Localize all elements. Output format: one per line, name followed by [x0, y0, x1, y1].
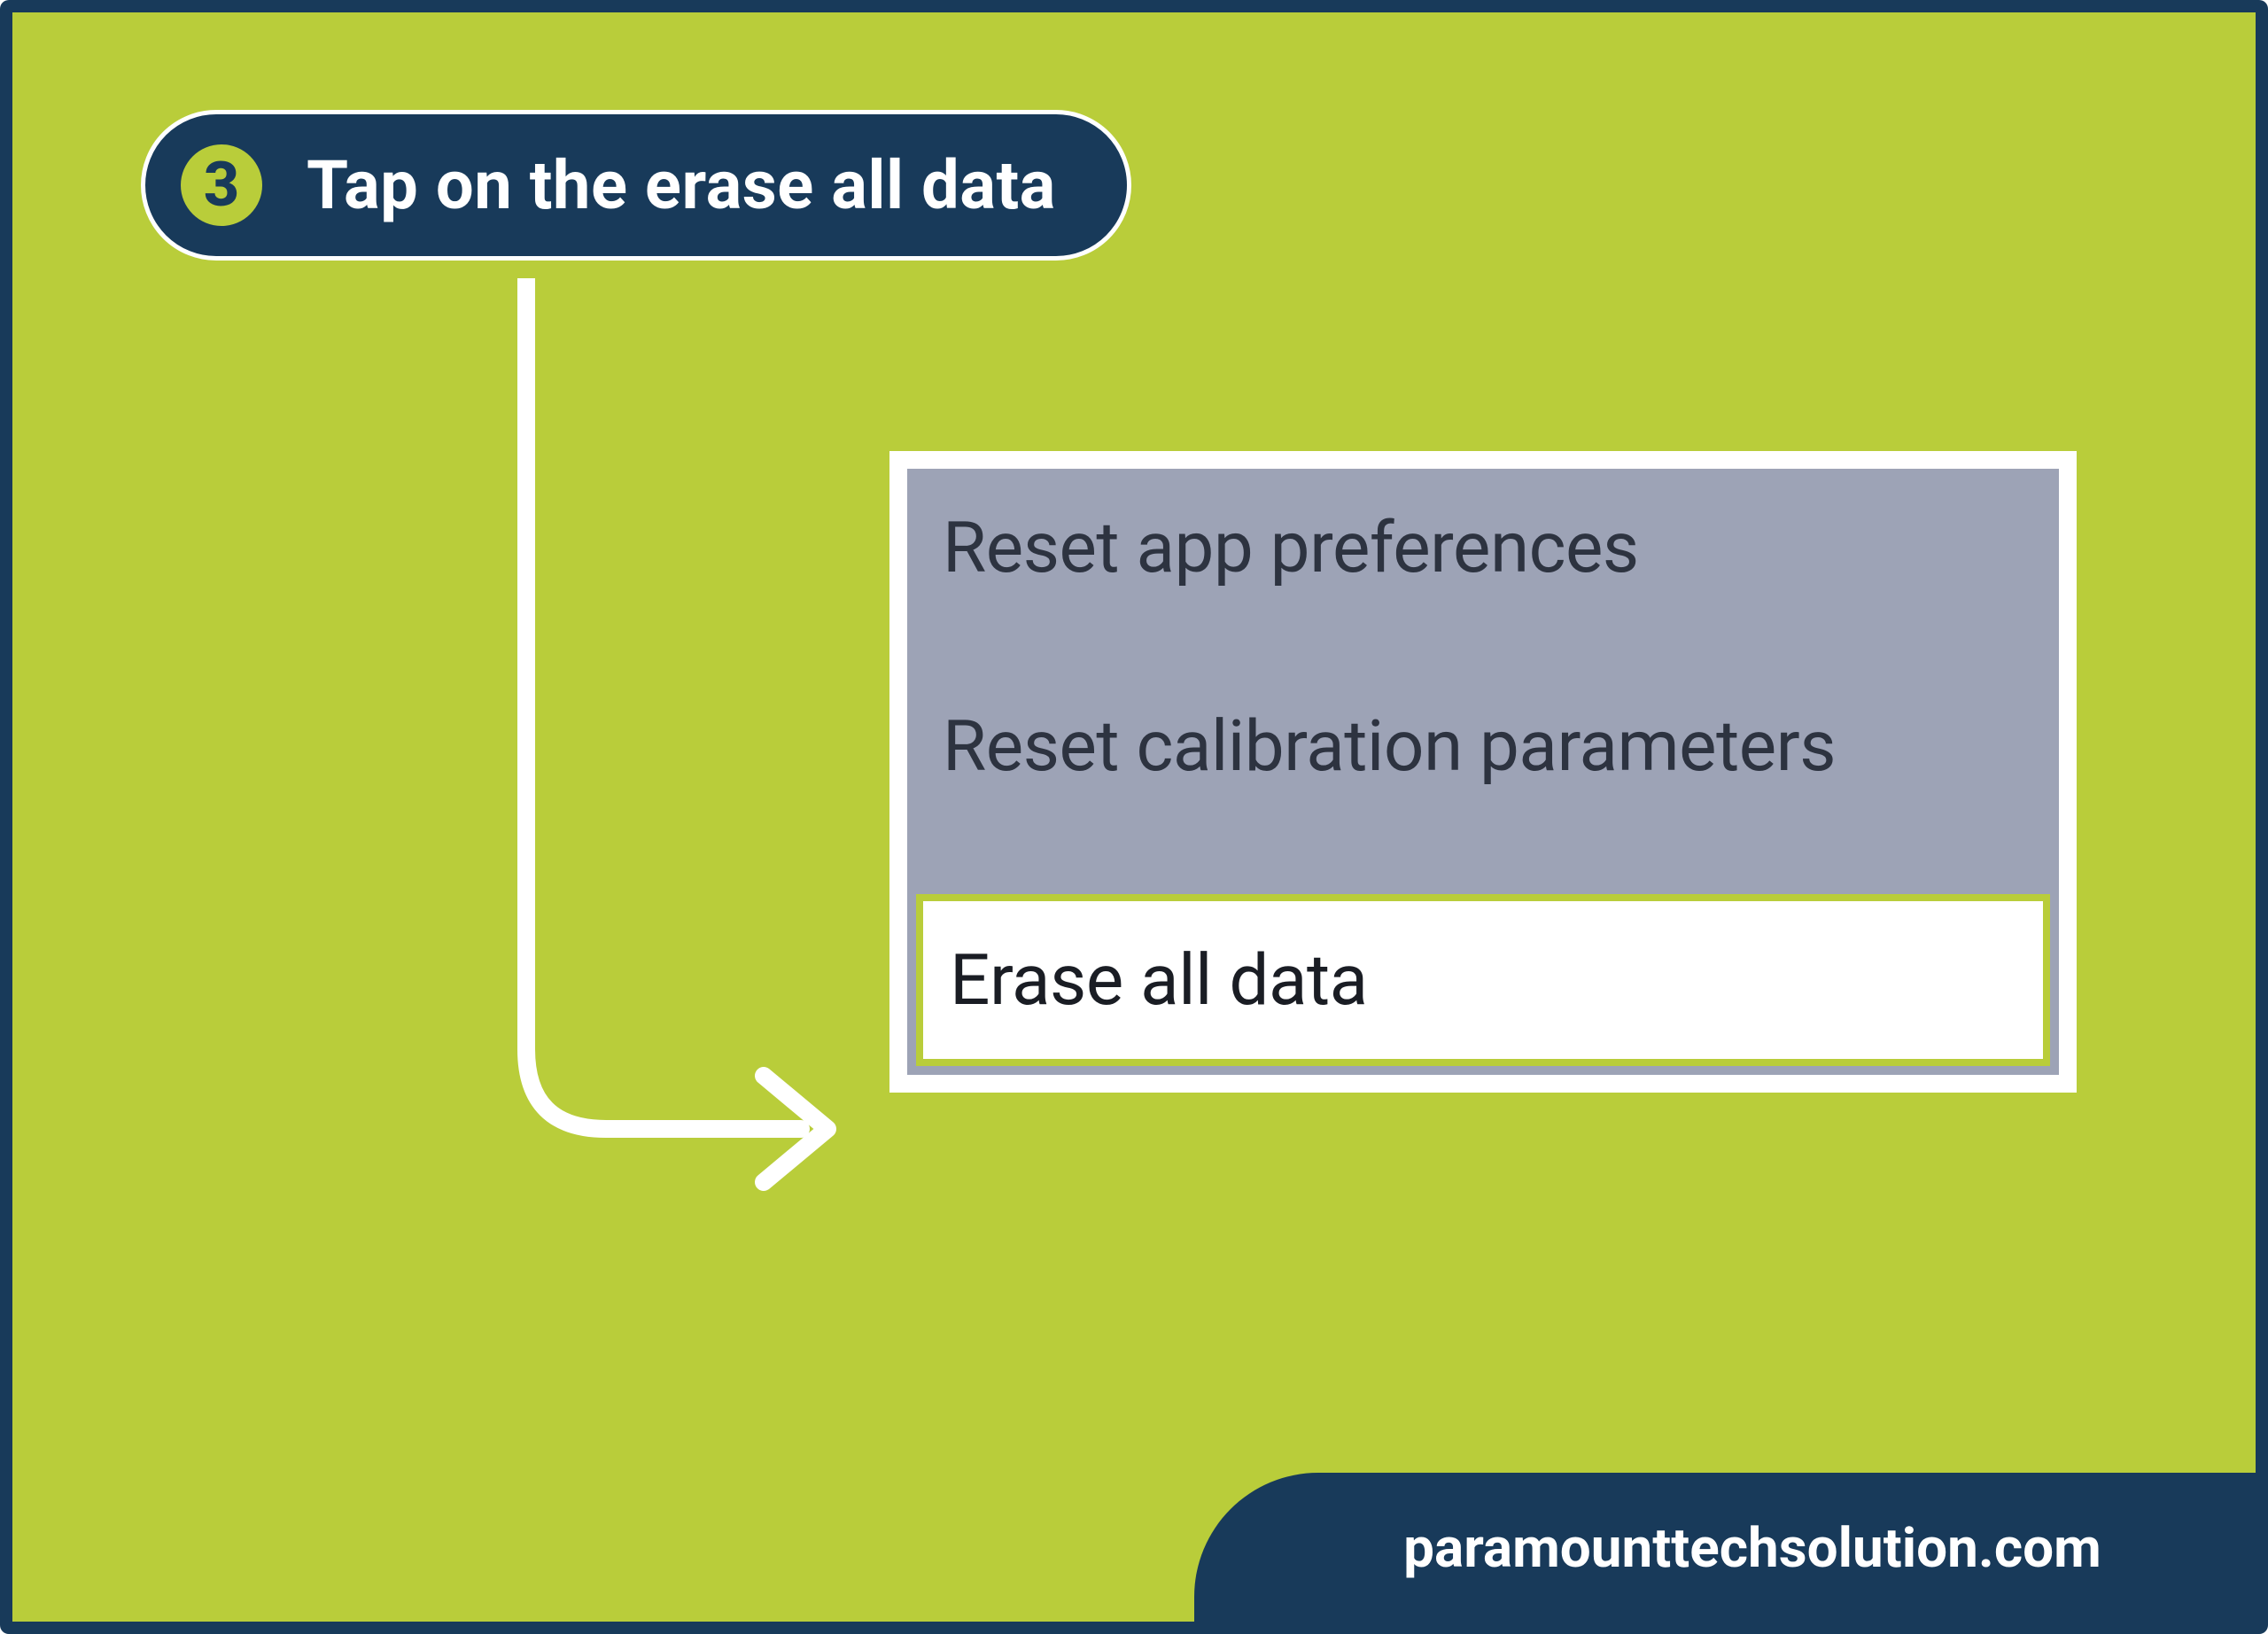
settings-menu: Reset app preferences Reset calibration …: [907, 469, 2059, 1075]
menu-item-reset-app-preferences[interactable]: Reset app preferences: [907, 469, 2059, 696]
settings-menu-screenshot: Reset app preferences Reset calibration …: [889, 451, 2077, 1093]
step-number: 3: [204, 149, 239, 222]
highlight-frame: Erase all data: [907, 894, 2059, 1075]
pointer-arrow-icon: [420, 278, 916, 1209]
brand-label: paramounttechsolution.com: [1403, 1516, 2101, 1581]
menu-item-erase-all-data[interactable]: Erase all data: [923, 901, 2043, 1059]
step-banner: 3 Tap on the erase all data: [141, 110, 1131, 261]
menu-item-label: Reset calibration parameters: [943, 704, 1836, 788]
instruction-card: 3 Tap on the erase all data Reset app pr…: [0, 0, 2268, 1634]
menu-item-reset-calibration[interactable]: Reset calibration parameters: [907, 696, 2059, 894]
menu-item-label: Reset app preferences: [943, 506, 1639, 589]
step-number-badge: 3: [181, 144, 262, 226]
brand-footer: paramounttechsolution.com: [1194, 1473, 2257, 1623]
menu-item-label: Erase all data: [950, 938, 1368, 1022]
step-title: Tap on the erase all data: [307, 145, 1056, 225]
